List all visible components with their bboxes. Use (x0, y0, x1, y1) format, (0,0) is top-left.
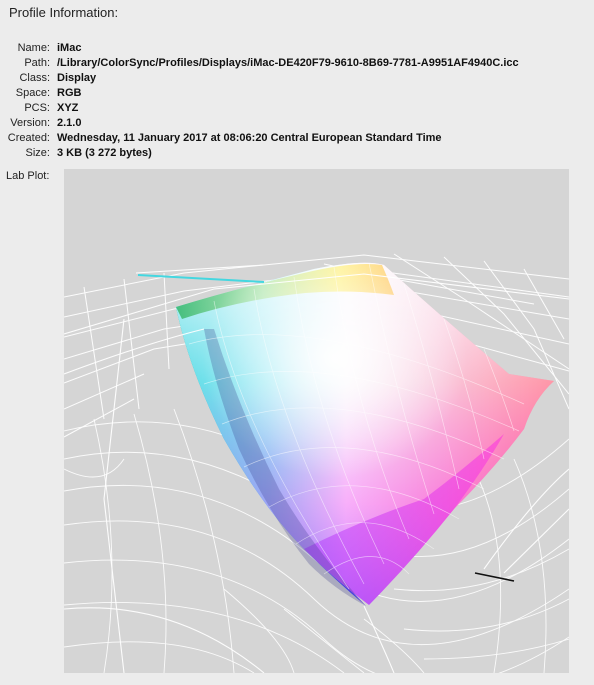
profile-info-panel: Profile Information: Name: iMac Path: /L… (0, 0, 594, 685)
info-value: Wednesday, 11 January 2017 at 08:06:20 C… (57, 132, 442, 144)
info-row-space: Space: RGB (0, 86, 594, 101)
info-value: 3 KB (3 272 bytes) (57, 147, 152, 159)
info-row-version: Version: 2.1.0 (0, 116, 594, 131)
info-value: Display (57, 72, 97, 84)
info-row-created: Created: Wednesday, 11 January 2017 at 0… (0, 131, 594, 146)
info-row-size: Size: 3 KB (3 272 bytes) (0, 146, 594, 161)
profile-info-table: Name: iMac Path: /Library/ColorSync/Prof… (0, 41, 594, 161)
info-label: Version: (10, 117, 50, 129)
info-value: 2.1.0 (57, 117, 82, 129)
lab-gamut-solid (176, 262, 554, 606)
info-row-path: Path: /Library/ColorSync/Profiles/Displa… (0, 56, 594, 71)
info-label: Space: (15, 87, 50, 99)
info-label: Class: (19, 72, 50, 84)
lab-plot-label: Lab Plot: (6, 170, 50, 182)
info-row-pcs: PCS: XYZ (0, 101, 594, 116)
info-label: Name: (17, 42, 50, 54)
section-title: Profile Information: (9, 5, 119, 20)
info-value: /Library/ColorSync/Profiles/Displays/iMa… (57, 57, 519, 69)
info-label: Path: (24, 57, 50, 69)
info-value: RGB (57, 87, 82, 99)
info-label: Created: (7, 132, 50, 144)
info-row-name: Name: iMac (0, 41, 594, 56)
lab-plot-viewport[interactable] (64, 169, 569, 673)
info-label: PCS: (24, 102, 50, 114)
lab-gamut-3d-plot (64, 253, 569, 673)
info-value: iMac (57, 42, 82, 54)
info-value: XYZ (57, 102, 79, 114)
info-label: Size: (25, 147, 50, 159)
info-row-class: Class: Display (0, 71, 594, 86)
